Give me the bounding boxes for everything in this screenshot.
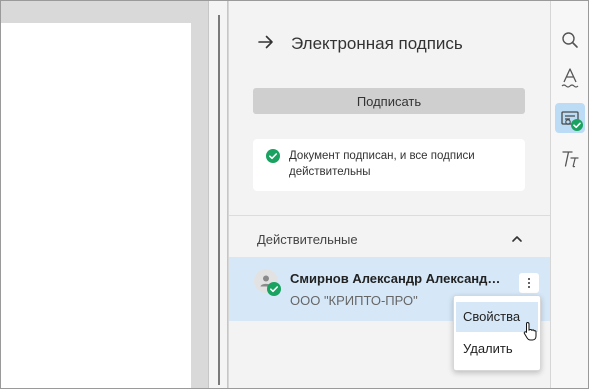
- section-title: Действительные: [257, 232, 358, 247]
- check-circle-icon: [266, 149, 280, 163]
- search-tool-button[interactable]: [555, 25, 585, 55]
- italic-text-tool-button[interactable]: [555, 144, 585, 174]
- status-text: Документ подписан, и все подписи действи…: [289, 150, 475, 178]
- signer-name: Смирнов Александр Александрович: [290, 271, 502, 286]
- panel-title: Электронная подпись: [291, 34, 463, 53]
- panel-header: Электронная подпись: [229, 25, 550, 61]
- app-window: Электронная подпись Подписать Документ п…: [0, 0, 589, 389]
- more-dot: [528, 282, 530, 284]
- document-area: [1, 1, 208, 388]
- text-style-tool-button[interactable]: [555, 62, 585, 92]
- italic-text-icon: [562, 151, 579, 168]
- panel-splitter[interactable]: [208, 1, 228, 388]
- sign-button[interactable]: Подписать: [253, 88, 525, 114]
- mouse-cursor-icon: [523, 321, 537, 341]
- signature-tool-button[interactable]: [555, 103, 585, 133]
- chevron-up-icon[interactable]: [509, 231, 525, 247]
- document-page: [1, 23, 191, 388]
- right-toolbar: [551, 1, 588, 388]
- arrow-right-icon[interactable]: [257, 33, 275, 51]
- splitter-grip: [218, 15, 220, 385]
- valid-check-icon: [267, 282, 281, 296]
- more-options-button[interactable]: [519, 273, 539, 293]
- signer-organization: ООО "КРИПТО-ПРО": [290, 293, 418, 308]
- signature-status-card: Документ подписан, и все подписи действи…: [253, 139, 525, 191]
- more-dot: [528, 286, 530, 288]
- search-icon: [562, 32, 578, 48]
- text-style-icon: [561, 68, 579, 88]
- section-divider: [229, 215, 550, 216]
- valid-signatures-section-header[interactable]: Действительные: [229, 226, 550, 252]
- signature-certificate-icon: [561, 111, 583, 131]
- more-dots-icon: [528, 278, 530, 280]
